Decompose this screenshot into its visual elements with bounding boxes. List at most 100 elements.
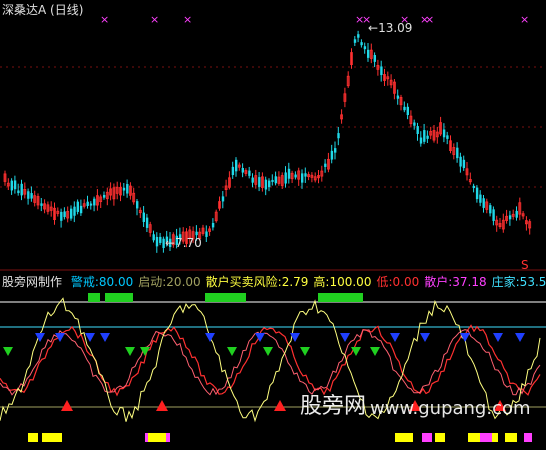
candle-body bbox=[93, 198, 96, 206]
low-price-label: ←7.70 bbox=[165, 236, 202, 250]
indicator-title-bar: 股旁网制作 警戒:80.00 启动:20.00 散户买卖风险:2.79 高:100.0… bbox=[2, 275, 546, 289]
candle-body bbox=[20, 183, 23, 196]
candle-body bbox=[459, 156, 462, 167]
indicator-legend-item: 散户买卖风险:2.79 bbox=[205, 275, 309, 289]
candle-body bbox=[373, 55, 376, 62]
candle-body bbox=[475, 187, 479, 200]
candle-body bbox=[73, 206, 76, 216]
indicator-legend-item: 低:0.00 bbox=[376, 275, 420, 289]
candle-body bbox=[367, 49, 370, 58]
candle-body bbox=[235, 159, 238, 172]
candle-body bbox=[360, 42, 363, 46]
sell-signal-mark: S bbox=[521, 258, 529, 272]
candle-body bbox=[508, 215, 512, 220]
candle-body bbox=[89, 203, 93, 206]
red-up-triangle bbox=[61, 400, 73, 411]
candle-body bbox=[396, 95, 400, 99]
signal-cross-mark: × bbox=[183, 13, 192, 26]
candle-body bbox=[264, 179, 268, 190]
blue-down-triangle bbox=[205, 333, 215, 342]
signal-cross-mark: × bbox=[100, 13, 109, 26]
candle-body bbox=[324, 163, 327, 167]
candle-body bbox=[258, 177, 261, 187]
green-signal-bar bbox=[88, 293, 100, 302]
green-down-arrow bbox=[125, 347, 135, 356]
signal-cross-mark: × bbox=[150, 13, 159, 26]
candle-body bbox=[271, 179, 274, 182]
candle-body bbox=[79, 205, 83, 214]
candle-body bbox=[60, 211, 63, 221]
bottom-signal-bar bbox=[435, 433, 445, 442]
watermark-text: 股旁网 bbox=[300, 394, 367, 419]
candle-body bbox=[337, 133, 340, 139]
arrow-left-icon: ← bbox=[368, 21, 379, 35]
candle-body bbox=[284, 172, 287, 184]
candle-body bbox=[159, 236, 162, 243]
blue-down-triangle bbox=[85, 333, 95, 342]
candle-body bbox=[423, 130, 426, 142]
candlesticks bbox=[3, 30, 532, 253]
candle-body bbox=[152, 234, 155, 241]
low-price-value: 7.70 bbox=[175, 236, 202, 250]
candle-body bbox=[472, 185, 475, 189]
green-signal-bar bbox=[345, 293, 363, 302]
red-up-triangle bbox=[274, 400, 286, 411]
candle-body bbox=[287, 168, 291, 179]
candle-body bbox=[70, 208, 73, 219]
candle-body bbox=[205, 231, 208, 237]
green-down-arrow bbox=[263, 347, 273, 356]
chart-window[interactable]: × × × × × × × × × 深桑达A (日线) ←13.09 ←7.70 S 股旁网制作… bbox=[0, 0, 546, 446]
candle-body bbox=[304, 173, 307, 177]
bottom-signal-bar bbox=[422, 433, 432, 442]
indicator-name: 股旁网制作 bbox=[2, 275, 63, 289]
candle-body bbox=[155, 236, 159, 247]
candle-body bbox=[353, 39, 357, 43]
green-down-arrow bbox=[370, 347, 380, 356]
candle-body bbox=[17, 190, 20, 194]
arrow-left-icon: ← bbox=[165, 236, 176, 250]
bottom-signal-bar bbox=[148, 433, 166, 442]
signal-cross-mark: × bbox=[520, 13, 529, 26]
candle-body bbox=[126, 184, 129, 194]
green-signal-bar bbox=[228, 293, 246, 302]
candle-body bbox=[142, 212, 145, 222]
candle-body bbox=[363, 46, 367, 50]
bottom-signal-bar bbox=[480, 433, 492, 442]
bottom-signal-bar bbox=[505, 433, 517, 442]
indicator-legend-item: 警戒:80.00 bbox=[70, 275, 134, 289]
candle-body bbox=[442, 129, 446, 138]
indicator-legend-item: 庄家:53.51 bbox=[491, 275, 546, 289]
stock-chart-canvas[interactable]: × × × ×× × ×× × bbox=[0, 0, 546, 446]
signal-cross-mark: × bbox=[425, 13, 434, 26]
blue-down-triangle bbox=[515, 333, 525, 342]
candle-body bbox=[76, 201, 79, 212]
candle-body bbox=[251, 177, 254, 183]
candle-body bbox=[241, 167, 244, 173]
indicator-panel bbox=[0, 293, 541, 442]
candle-body bbox=[294, 174, 297, 178]
candle-body bbox=[334, 148, 337, 153]
bottom-signal-bar bbox=[524, 433, 532, 442]
bottom-signal-bar bbox=[395, 433, 413, 442]
candle-body bbox=[479, 194, 482, 203]
candle-body bbox=[380, 66, 383, 76]
candle-body bbox=[413, 122, 416, 126]
candle-body bbox=[406, 106, 409, 116]
candle-body bbox=[489, 205, 492, 214]
green-down-arrow bbox=[227, 347, 237, 356]
indicator-legend-item: 启动:20.00 bbox=[138, 275, 201, 289]
blue-down-triangle bbox=[340, 333, 350, 342]
grid-lines bbox=[0, 66, 546, 408]
candle-body bbox=[456, 147, 459, 159]
candle-body bbox=[462, 159, 466, 169]
candle-body bbox=[63, 211, 66, 218]
candle-body bbox=[248, 170, 251, 176]
candle-body bbox=[330, 150, 334, 160]
green-down-arrow bbox=[300, 347, 310, 356]
candle-body bbox=[419, 137, 423, 144]
candle-body bbox=[515, 210, 518, 218]
top-signal-crosses: × × × ×× × ×× × bbox=[100, 13, 529, 26]
blue-down-triangle bbox=[55, 333, 65, 342]
candle-body bbox=[103, 194, 106, 198]
candle-body bbox=[357, 34, 360, 38]
